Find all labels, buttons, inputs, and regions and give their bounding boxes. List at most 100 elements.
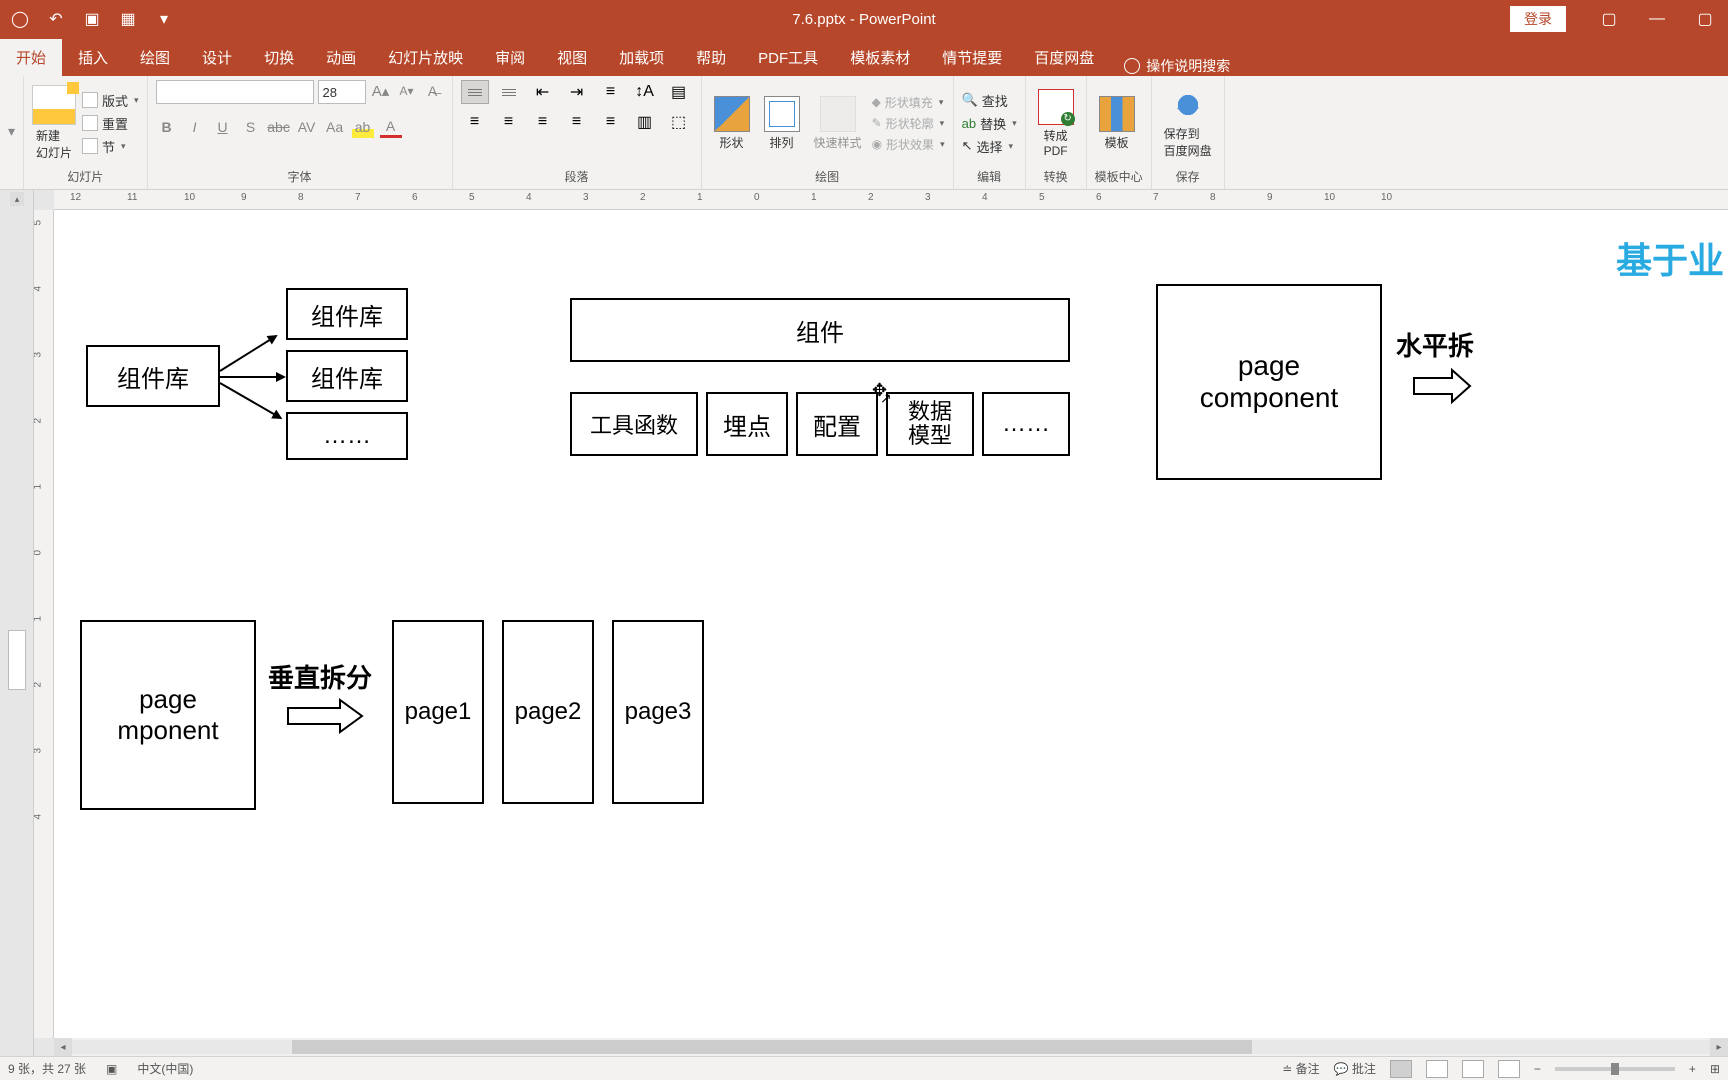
tab-draw[interactable]: 绘图 (124, 39, 186, 76)
notes-button[interactable]: ≐ 备注 (1282, 1060, 1319, 1077)
horizontal-ruler[interactable]: 12111098765432101234567891010 (54, 190, 1728, 210)
box-complib-2[interactable]: 组件库 (286, 350, 408, 402)
font-size-combo[interactable]: 28 (318, 80, 366, 104)
reading-view-button[interactable] (1462, 1060, 1484, 1078)
zoom-handle[interactable] (1611, 1063, 1619, 1075)
box-page3[interactable]: page3 (612, 620, 704, 804)
increase-indent-button[interactable]: ⇥ (563, 80, 591, 104)
justify-button[interactable]: ≡ (563, 110, 591, 134)
tab-home[interactable]: 开始 (0, 39, 62, 76)
decrease-indent-button[interactable]: ⇤ (529, 80, 557, 104)
layout-button[interactable]: 版式▾ (82, 90, 139, 111)
box-page2[interactable]: page2 (502, 620, 594, 804)
spell-check-icon[interactable]: ▣ (106, 1062, 117, 1076)
qat-customize-button[interactable]: ▾ (152, 7, 176, 31)
language-label[interactable]: 中文(中国) (137, 1060, 193, 1077)
label-vertical-split[interactable]: 垂直拆分 (268, 658, 372, 695)
arrow-3[interactable] (220, 382, 282, 419)
tab-view[interactable]: 视图 (541, 39, 603, 76)
bold-button[interactable]: B (156, 116, 178, 138)
scroll-left-button[interactable]: ◂ (54, 1038, 72, 1056)
clear-formatting-button[interactable]: A̶ (422, 80, 444, 102)
font-family-combo[interactable] (156, 80, 314, 104)
maximize-button[interactable]: ▢ (1682, 0, 1728, 38)
comments-button[interactable]: 💬 批注 (1334, 1060, 1376, 1077)
box-util[interactable]: 工具函数 (570, 392, 698, 456)
autosave-toggle[interactable]: ◯ (8, 7, 32, 31)
normal-view-button[interactable] (1390, 1060, 1412, 1078)
shape-fill-button[interactable]: ◆形状填充▾ (872, 94, 945, 111)
sorter-view-button[interactable] (1426, 1060, 1448, 1078)
shape-effects-button[interactable]: ◉形状效果▾ (872, 136, 945, 153)
shape-outline-button[interactable]: ✎形状轮廓▾ (872, 115, 945, 132)
font-color-button[interactable]: A (380, 116, 402, 138)
italic-button[interactable]: I (184, 116, 206, 138)
text-direction-button[interactable]: ↕A (631, 80, 659, 104)
box-complib-1[interactable]: 组件库 (286, 288, 408, 340)
tab-slideshow[interactable]: 幻灯片放映 (372, 39, 479, 76)
increase-font-button[interactable]: A▴ (370, 80, 392, 102)
arrange-button[interactable]: 排列 (760, 96, 804, 151)
box-track[interactable]: 埋点 (706, 392, 788, 456)
box-pagecomp[interactable]: page component (1156, 284, 1382, 480)
box-page1[interactable]: page1 (392, 620, 484, 804)
slide-heading[interactable]: 基于业 (1616, 232, 1724, 284)
distribute-button[interactable]: ≡ (597, 110, 625, 134)
box-component[interactable]: 组件 (570, 298, 1070, 362)
scroll-up-button[interactable]: ▴ (10, 192, 24, 206)
line-spacing-button[interactable]: ≡ (597, 80, 625, 104)
tab-story[interactable]: 情节提要 (926, 39, 1018, 76)
smartart-button[interactable]: ⬚ (665, 110, 693, 134)
box-dots-1[interactable]: …… (286, 412, 408, 460)
section-button[interactable]: 节▾ (82, 136, 139, 157)
zoom-slider[interactable] (1555, 1067, 1675, 1071)
tab-transitions[interactable]: 切换 (248, 39, 310, 76)
start-from-beginning-button[interactable]: ▣ (80, 7, 104, 31)
align-center-button[interactable]: ≡ (495, 110, 523, 134)
align-text-button[interactable]: ▤ (665, 80, 693, 104)
bullets-button[interactable] (461, 80, 489, 104)
save-baidu-button[interactable]: ☁保存到 百度网盘 (1160, 87, 1216, 159)
vertical-ruler[interactable]: 5432101234 (34, 210, 54, 1038)
label-horizontal-split[interactable]: 水平拆 (1396, 326, 1474, 363)
find-button[interactable]: 🔍查找 (962, 91, 1017, 110)
arrow-vertical[interactable] (286, 696, 364, 736)
align-right-button[interactable]: ≡ (529, 110, 557, 134)
tab-design[interactable]: 设计 (186, 39, 248, 76)
to-pdf-button[interactable]: ↻转成 PDF (1034, 89, 1078, 158)
align-left-button[interactable]: ≡ (461, 110, 489, 134)
reset-button[interactable]: 重置 (82, 113, 139, 134)
columns-button[interactable]: ▥ (631, 110, 659, 134)
box-config[interactable]: 配置 (796, 392, 878, 456)
zoom-out-button[interactable]: − (1534, 1062, 1541, 1076)
slide-thumbnail[interactable] (8, 630, 26, 690)
scroll-thumb[interactable] (292, 1040, 1252, 1054)
undo-button[interactable]: ↶ (44, 7, 68, 31)
highlight-button[interactable]: ab (352, 116, 374, 138)
tab-help[interactable]: 帮助 (680, 39, 742, 76)
slide-thumbnail-panel[interactable]: ▴ (0, 190, 34, 1056)
paste-button[interactable]: ▾ (8, 121, 15, 143)
replace-button[interactable]: ab替换▾ (962, 114, 1017, 133)
slide-canvas[interactable]: 基于业 组件库 组件库 组件库 …… 组件 工具函数 埋点 配置 数据 模型 …… (54, 210, 1728, 1038)
tab-insert[interactable]: 插入 (62, 39, 124, 76)
shadow-button[interactable]: abc (268, 116, 290, 138)
minimize-button[interactable]: — (1634, 0, 1680, 38)
box-datamodel[interactable]: 数据 模型 (886, 392, 974, 456)
underline-button[interactable]: U (212, 116, 234, 138)
select-button[interactable]: ↖选择▾ (962, 137, 1017, 156)
tell-me-search[interactable]: 操作说明搜索 (1124, 56, 1230, 76)
change-case-button[interactable]: Aa (324, 116, 346, 138)
tab-animations[interactable]: 动画 (310, 39, 372, 76)
tab-templates[interactable]: 模板素材 (834, 39, 926, 76)
quick-styles-button[interactable]: 快速样式 (810, 96, 866, 151)
arrow-horizontal[interactable] (1412, 366, 1472, 406)
template-button[interactable]: 模板 (1095, 96, 1139, 151)
new-slide-button[interactable]: 新建 幻灯片 (32, 85, 76, 161)
scroll-track[interactable] (72, 1040, 1710, 1054)
box-pagecomp-2[interactable]: page mponent (80, 620, 256, 810)
box-complib-root[interactable]: 组件库 (86, 345, 220, 407)
char-spacing-button[interactable]: AV (296, 116, 318, 138)
decrease-font-button[interactable]: A▾ (396, 80, 418, 102)
scroll-right-button[interactable]: ▸ (1710, 1038, 1728, 1056)
